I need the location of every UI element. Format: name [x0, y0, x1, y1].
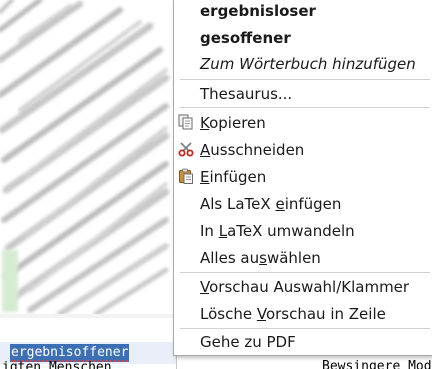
editor-right-line-2: Bewsingere Modell ste	[322, 359, 432, 369]
menu-item-label: In LaTeX umwandeln	[200, 221, 355, 240]
menu-item-label: Ausschneiden	[200, 140, 305, 159]
blurred-preview-image	[0, 0, 176, 318]
context-menu: ergebnisloser gesoffener Zum Wörterbuch …	[173, 0, 432, 356]
menu-item-label: Lösche Vorschau in Zeile	[200, 304, 386, 323]
scissors-icon	[178, 142, 194, 157]
paste-icon	[179, 168, 193, 184]
menu-item-label: Alles auswählen	[200, 248, 321, 267]
menu-suggestion-label: gesoffener	[200, 28, 291, 47]
menu-suggestion-label: ergebnisloser	[200, 1, 316, 20]
menu-item-label: Zum Wörterbuch hinzufügen	[200, 54, 416, 73]
menu-paste-as-latex[interactable]: Als LaTeX einfügen	[174, 190, 432, 217]
menu-item-label: Kopieren	[200, 113, 266, 132]
menu-item-label: Gehe zu PDF	[200, 332, 296, 351]
menu-suggestion-ergebnisloser[interactable]: ergebnisloser	[174, 0, 432, 24]
menu-thesaurus[interactable]: Thesaurus...	[174, 80, 432, 107]
menu-item-label: Als LaTeX einfügen	[200, 194, 342, 213]
menu-separator	[180, 107, 430, 108]
menu-add-to-dictionary[interactable]: Zum Wörterbuch hinzufügen	[174, 50, 432, 77]
menu-item-label: Thesaurus...	[200, 84, 293, 103]
menu-preview-selection[interactable]: Vorschau Auswahl/Klammer	[174, 273, 432, 300]
menu-copy[interactable]: Kopieren	[174, 109, 432, 136]
copy-icon	[178, 114, 193, 130]
menu-paste[interactable]: Einfügen	[174, 163, 432, 190]
menu-convert-to-latex[interactable]: In LaTeX umwandeln	[174, 217, 432, 244]
menu-goto-pdf[interactable]: Gehe zu PDF	[174, 328, 432, 355]
menu-cut[interactable]: Ausschneiden	[174, 136, 432, 163]
menu-item-label: Einfügen	[200, 167, 267, 186]
pdf-preview-pane	[0, 0, 176, 318]
editor-next-line: igten Menschen	[2, 360, 112, 369]
menu-item-label: Vorschau Auswahl/Klammer	[200, 277, 410, 296]
menu-suggestion-gesoffener[interactable]: gesoffener	[174, 24, 432, 51]
menu-delete-preview[interactable]: Lösche Vorschau in Zeile	[174, 300, 432, 327]
menu-select-all[interactable]: Alles auswählen	[174, 244, 432, 271]
